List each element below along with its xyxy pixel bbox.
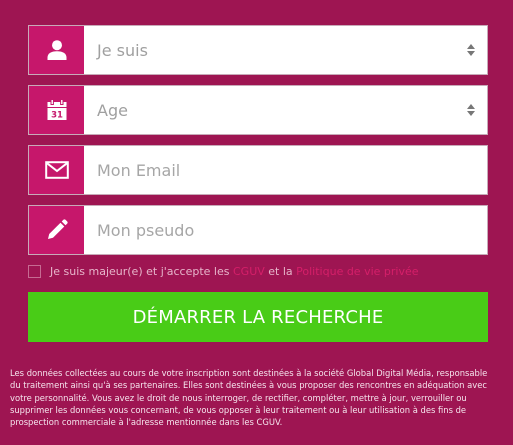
terms-text-before: Je suis majeur(e) et j'accepte les [50,265,230,278]
pencil-icon [29,206,84,254]
signup-form: Je suis 31 Age [28,25,488,265]
age-select[interactable]: 31 Age [28,85,488,135]
calendar-day-label: 31 [51,111,63,121]
terms-row: Je suis majeur(e) et j'accepte les CGUV … [28,265,419,278]
privacy-policy-link[interactable]: Politique de vie privée [296,265,418,278]
select-arrows-icon [467,44,475,56]
email-input[interactable] [84,146,487,194]
start-search-button[interactable]: DÉMARRER LA RECHERCHE [28,292,488,342]
terms-checkbox[interactable] [28,265,41,278]
terms-text-middle: et la [268,265,293,278]
select-arrows-icon [467,104,475,116]
gender-select[interactable]: Je suis [28,25,488,75]
legal-notice: Les données collectées au cours de votre… [10,368,488,428]
envelope-icon [29,146,84,194]
pseudo-field[interactable] [28,205,488,255]
email-field[interactable] [28,145,488,195]
cguv-link[interactable]: CGUV [233,265,265,278]
calendar-icon: 31 [29,86,84,134]
user-icon [29,26,84,74]
pseudo-input[interactable] [84,206,487,254]
gender-select-value: Je suis [97,40,148,60]
age-select-value: Age [97,100,128,120]
